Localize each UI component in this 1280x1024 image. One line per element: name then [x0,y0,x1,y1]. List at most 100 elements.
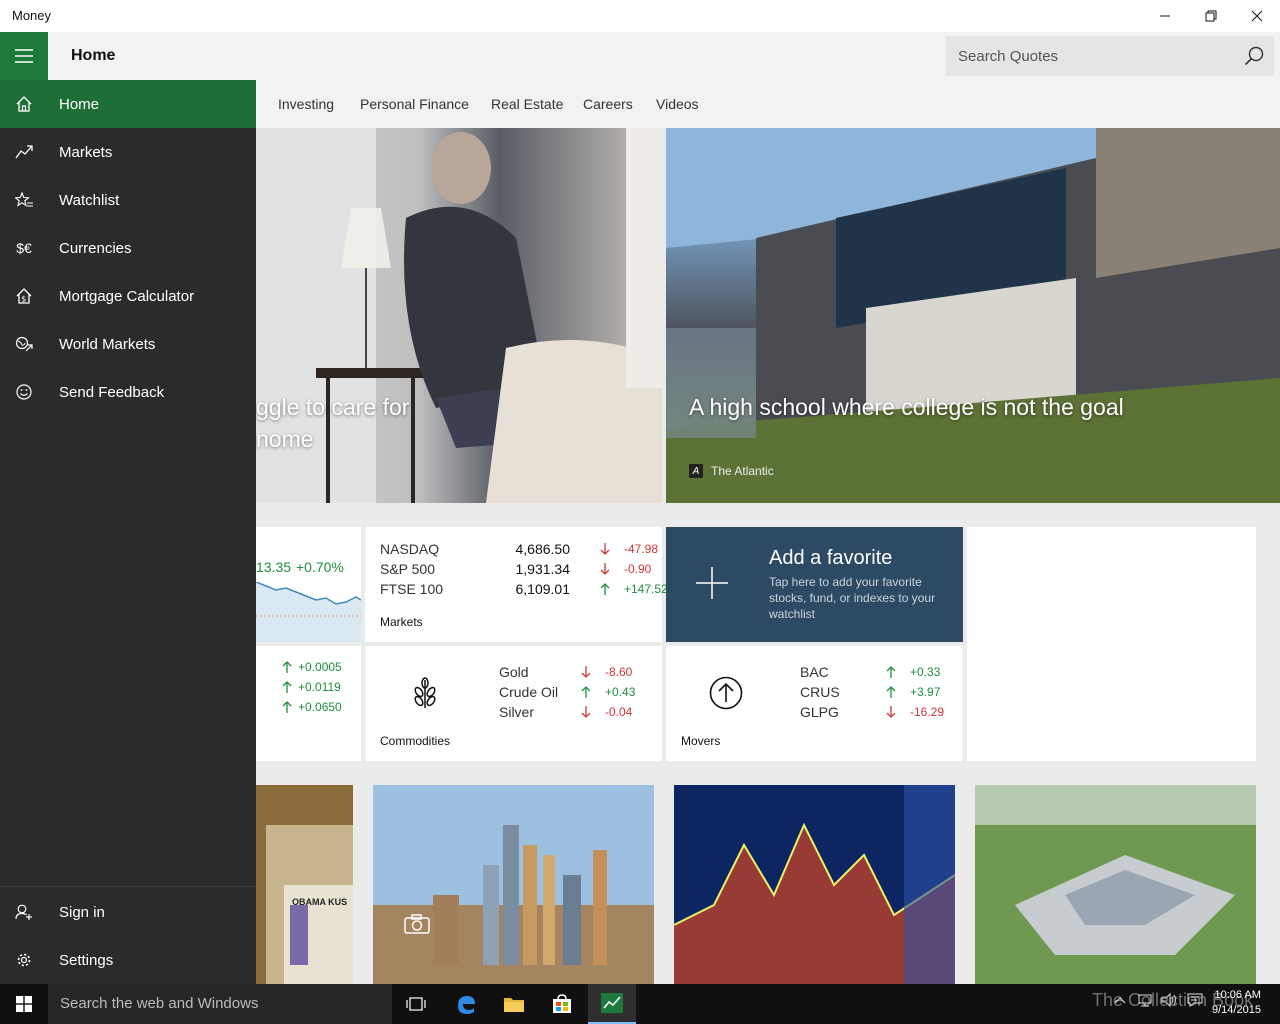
wheat-icon [414,677,436,708]
hero-article-left[interactable]: ggle to care for nome [256,128,662,503]
chevron-up-icon[interactable] [1114,990,1126,1010]
money-app-button[interactable] [588,984,636,1024]
restore-button[interactable] [1188,0,1234,32]
commodities-label: Commodities [380,734,451,748]
start-button[interactable] [0,984,48,1024]
arrow-down-icon [600,563,610,575]
hamburger-icon [15,49,33,63]
folder-icon [504,998,524,1012]
news-image-skyline [373,785,654,984]
category-tabs: Investing Personal Finance Real Estate C… [256,80,1280,128]
chart-icon [0,128,48,176]
sidebar-item-currencies[interactable]: $€ Currencies [0,224,256,272]
sidebar-item-label: World Markets [59,335,156,353]
sidebar-nav: Home Markets Watchlist $€ Currencies $ M… [0,80,256,984]
source-name: The Atlantic [711,464,774,478]
market-row: NASDAQ 4,686.50 -47.98 [380,541,659,557]
sidebar-item-label: Sign in [59,903,105,921]
arrow-up-icon [600,583,610,595]
clock-date: 9/14/2015 [1212,1004,1261,1016]
arrow-down-icon [581,666,591,678]
arrow-up-icon [282,681,292,693]
windows-icon [16,996,32,1012]
sidebar-item-mortgage-calculator[interactable]: $ Mortgage Calculator [0,272,256,320]
network-icon[interactable] [1136,990,1154,1010]
globe-icon [0,320,48,368]
hero-article-right[interactable]: A high school where college is not the g… [666,128,1280,503]
search-box[interactable] [946,36,1274,76]
search-icon [1244,46,1264,66]
sidebar-item-home[interactable]: Home [0,80,256,128]
volume-icon[interactable] [1160,990,1178,1010]
store-icon [553,994,571,1013]
commodity-row: Silver -0.04 [499,704,633,720]
app-header: Home [0,32,1280,80]
sidebar-item-watchlist[interactable]: Watchlist [0,176,256,224]
home-icon [0,80,48,128]
search-button[interactable] [1244,46,1264,66]
index-change: +0.70% [296,559,344,575]
gear-icon [0,936,48,984]
sidebar-item-label: Currencies [59,239,132,257]
news-card[interactable]: OBAMA KUS [256,785,353,984]
file-explorer-button[interactable] [490,984,538,1024]
svg-text:$: $ [21,295,26,304]
add-favorite-title: Add a favorite [769,547,893,569]
tab-real-estate[interactable]: Real Estate [491,96,563,112]
hamburger-button[interactable] [0,32,48,80]
star-list-icon [0,176,48,224]
news-card[interactable] [975,785,1256,984]
tab-investing[interactable]: Investing [278,96,334,112]
arrow-up-icon [282,661,292,673]
empty-tile [967,527,1256,761]
tab-personal-finance[interactable]: Personal Finance [360,96,469,112]
sidebar-item-markets[interactable]: Markets [0,128,256,176]
currency-row: +0.0005 [282,660,342,674]
taskbar-search[interactable]: Search the web and Windows [48,984,392,1024]
tab-videos[interactable]: Videos [656,96,699,112]
markets-tile[interactable]: NASDAQ 4,686.50 -47.98 S&P 500 1,931.34 … [365,527,668,642]
sidebar-item-world-markets[interactable]: World Markets [0,320,256,368]
index-tile[interactable]: 13.35 +0.70% [256,527,361,642]
person-add-icon [0,888,48,936]
currency-row: +0.0119 [282,680,341,694]
commodities-tile[interactable]: Gold -8.60 Crude Oil +0.43 Silver -0.04 … [365,646,662,761]
sidebar-item-sign-in[interactable]: Sign in [0,888,256,936]
store-button[interactable] [538,984,586,1024]
clock-time: 10:06 AM [1214,989,1261,1001]
index-sparkline [256,582,361,642]
add-favorite-tile[interactable]: Add a favorite Tap here to add your favo… [666,527,963,642]
market-row: FTSE 100 6,109.01 +147.52 [380,581,668,597]
source-logo: A [689,464,703,478]
plus-icon [696,567,728,599]
news-card[interactable] [674,785,955,984]
hero-left-headline: ggle to care for nome [256,394,410,452]
currency-icon: $€ [16,240,32,256]
task-view-button[interactable] [392,984,440,1024]
edge-button[interactable] [442,984,490,1024]
system-clock[interactable]: 10:06 AM 9/14/2015 [1212,988,1261,1018]
money-chart-icon [601,993,623,1013]
mover-row: BAC +0.33 [800,664,941,680]
search-input[interactable] [946,36,1236,76]
news-card[interactable] [373,785,654,984]
minimize-button[interactable] [1142,0,1188,32]
close-button[interactable] [1234,0,1280,32]
news-image-campus [975,785,1256,984]
hero-right-image [666,128,1280,503]
markets-label: Markets [380,615,423,629]
notifications-icon[interactable] [1186,990,1204,1010]
movers-tile[interactable]: BAC +0.33 CRUS +3.97 GLPG -16.29 Movers [666,646,963,761]
arrow-down-icon [600,543,610,555]
title-bar: Money [0,0,1280,32]
arrow-up-icon [282,701,292,713]
tab-careers[interactable]: Careers [583,96,633,112]
sidebar-item-settings[interactable]: Settings [0,936,256,984]
circle-arrow-up-icon [709,676,743,710]
currencies-tile[interactable]: +0.0005 +0.0119 +0.0650 [256,646,361,761]
hero-right-headline: A high school where college is not the g… [689,394,1124,420]
sidebar-item-send-feedback[interactable]: Send Feedback [0,368,256,416]
taskbar: Search the web and Windows The Collectio… [0,984,1280,1024]
jar-label-text: OBAMA KUS [292,897,348,907]
sidebar-item-label: Home [59,95,100,113]
